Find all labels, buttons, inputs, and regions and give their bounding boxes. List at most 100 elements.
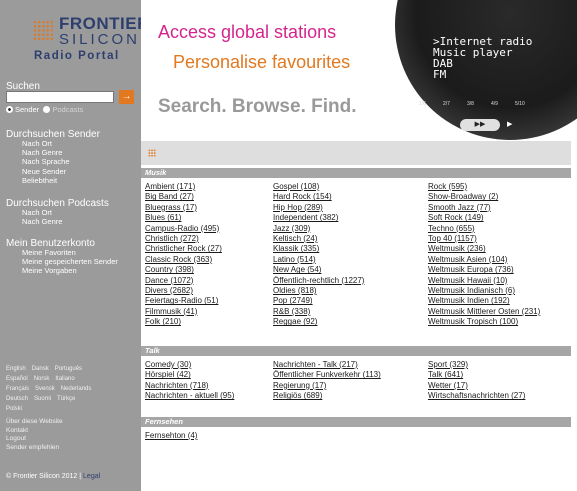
genre-link[interactable]: Weltmusik (236)	[428, 244, 486, 253]
genre-link[interactable]: Öffentlicher Funkverkehr (113)	[273, 370, 381, 379]
genre-link[interactable]: Talk (641)	[428, 370, 463, 379]
language-link[interactable]: Dansk	[32, 364, 49, 374]
nav-link-my-saved-stations[interactable]: Meine gespeicherten Sender	[22, 257, 118, 266]
nav-link-by-location[interactable]: Nach Ort	[22, 139, 70, 148]
nav-link-popularity[interactable]: Beliebtheit	[22, 176, 70, 185]
genre-link[interactable]: Ambient (171)	[145, 182, 195, 191]
genre-link[interactable]: Hard Rock (154)	[273, 192, 332, 201]
genre-link[interactable]: Wirtschaftsnachrichten (27)	[428, 391, 525, 400]
genre-link[interactable]: Weltmusik Europa (736)	[428, 265, 514, 274]
genre-link[interactable]: Weltmusik Mittlerer Osten (231)	[428, 307, 540, 316]
genre-link[interactable]: Nachrichten (718)	[145, 381, 209, 390]
search-go-button[interactable]: →	[119, 90, 134, 104]
genre-link[interactable]: Wetter (17)	[428, 381, 468, 390]
genre-link[interactable]: New Age (54)	[273, 265, 321, 274]
genre-link[interactable]: Techno (655)	[428, 224, 475, 233]
search-input[interactable]	[6, 91, 114, 103]
footer-link-contact[interactable]: Kontakt	[6, 427, 63, 436]
genre-link[interactable]: Independent (382)	[273, 213, 338, 222]
language-link[interactable]: Suomi	[34, 394, 51, 404]
language-link[interactable]: Türkçe	[57, 394, 75, 404]
nav-link-by-language[interactable]: Nach Sprache	[22, 157, 70, 166]
genre-link[interactable]: Top 40 (1157)	[428, 234, 477, 243]
genre-link[interactable]: Show-Broadway (2)	[428, 192, 498, 201]
footer-link-logout[interactable]: Logout	[6, 435, 63, 444]
genre-link[interactable]: Regierung (17)	[273, 381, 326, 390]
genre-link[interactable]: Jazz (309)	[273, 224, 310, 233]
genre-link[interactable]: Campus-Radio (495)	[145, 224, 219, 233]
genre-link[interactable]: Folk (210)	[145, 317, 181, 326]
radio-podcasts[interactable]	[43, 106, 51, 113]
language-link[interactable]: Deutsch	[6, 394, 28, 404]
preset-label: 1/6	[419, 101, 426, 107]
genre-link[interactable]: Weltmusik Asien (104)	[428, 255, 507, 264]
language-link[interactable]: Norsk	[34, 374, 50, 384]
genre-link[interactable]: Weltmusik Indien (192)	[428, 296, 510, 305]
language-link[interactable]: Nederlands	[61, 384, 92, 394]
genre-link[interactable]: Reggae (92)	[273, 317, 317, 326]
language-link[interactable]: Polski	[6, 404, 22, 414]
legal-link[interactable]: Legal	[83, 473, 100, 480]
nav-link-new-stations[interactable]: Neue Sender	[22, 167, 70, 176]
genre-item: Rock (595)	[428, 182, 540, 192]
genre-link[interactable]: Country (398)	[145, 265, 194, 274]
language-link[interactable]: Italiano	[55, 374, 74, 384]
play-forward-icon: ▶▶	[460, 119, 500, 131]
genre-link[interactable]: Religiös (689)	[273, 391, 322, 400]
genre-link[interactable]: Hörspiel (42)	[145, 370, 191, 379]
genre-link[interactable]: Classic Rock (363)	[145, 255, 212, 264]
genre-link[interactable]: Weltmusik Hawaii (10)	[428, 276, 507, 285]
frontier-silicon-logo[interactable]: FRONTIER SILICON Radio Portal	[6, 8, 141, 62]
nav-link-by-genre[interactable]: Nach Genre	[22, 148, 70, 157]
genre-link[interactable]: Öffentlich-rechtlich (1227)	[273, 276, 364, 285]
language-link[interactable]: English	[6, 364, 26, 374]
language-link[interactable]: Português	[55, 364, 82, 374]
language-link[interactable]: Svensk	[35, 384, 55, 394]
genre-item: Bluegrass (17)	[145, 203, 222, 213]
sidebar: FRONTIER SILICON Radio Portal Suchen → S…	[0, 0, 141, 491]
talk-genre-column-3: Sport (329) Talk (641) Wetter (17) Wirtscha…	[428, 360, 525, 402]
genre-link[interactable]: Weltmusik Indianisch (6)	[428, 286, 515, 295]
genre-link[interactable]: Big Band (27)	[145, 192, 194, 201]
genre-item: Weltmusik Indien (192)	[428, 296, 540, 306]
genre-link[interactable]: Filmmusik (41)	[145, 307, 197, 316]
genre-link[interactable]: Christlicher Rock (27)	[145, 244, 222, 253]
footer-link-about[interactable]: Über diese Website	[6, 418, 63, 427]
genre-link[interactable]: Nachrichten - Talk (217)	[273, 360, 358, 369]
genre-link[interactable]: Weltmusik Tropisch (100)	[428, 317, 518, 326]
nav-link-podcast-by-location[interactable]: Nach Ort	[22, 208, 62, 217]
genre-link[interactable]: Keltisch (24)	[273, 234, 317, 243]
language-link[interactable]: Español	[6, 374, 28, 384]
genre-link[interactable]: Smooth Jazz (77)	[428, 203, 491, 212]
nav-link-podcast-by-genre[interactable]: Nach Genre	[22, 217, 62, 226]
genre-link[interactable]: Fernsehton (4)	[145, 431, 197, 440]
nav-link-my-presets[interactable]: Meine Vorgaben	[22, 266, 118, 275]
music-genre-column-3: Rock (595) Show-Broadway (2) Smooth Jazz (…	[428, 182, 540, 328]
language-link[interactable]: Français	[6, 384, 29, 394]
genre-link[interactable]: Latino (514)	[273, 255, 316, 264]
genre-link[interactable]: Blues (61)	[145, 213, 181, 222]
hero-banner: Access global stations Personalise favou…	[141, 0, 577, 141]
genre-item: R&B (338)	[273, 307, 364, 317]
radio-sender[interactable]	[6, 106, 13, 113]
genre-link[interactable]: Bluegrass (17)	[145, 203, 197, 212]
genre-item: New Age (54)	[273, 265, 364, 275]
genre-link[interactable]: Comedy (30)	[145, 360, 191, 369]
footer-link-recommend-station[interactable]: Sender empfehlen	[6, 444, 63, 453]
genre-link[interactable]: Pop (2749)	[273, 296, 313, 305]
nav-link-my-favourites[interactable]: Meine Favoriten	[22, 248, 118, 257]
genre-link[interactable]: Oldies (818)	[273, 286, 317, 295]
genre-link[interactable]: Soft Rock (149)	[428, 213, 484, 222]
genre-link[interactable]: Nachrichten - aktuell (95)	[145, 391, 234, 400]
genre-link[interactable]: Feiertags-Radio (51)	[145, 296, 218, 305]
genre-link[interactable]: Dance (1072)	[145, 276, 193, 285]
genre-link[interactable]: R&B (338)	[273, 307, 310, 316]
genre-link[interactable]: Hip Hop (289)	[273, 203, 323, 212]
grid-view-icon[interactable]	[148, 149, 156, 157]
genre-link[interactable]: Christlich (272)	[145, 234, 199, 243]
genre-link[interactable]: Divers (2682)	[145, 286, 193, 295]
genre-link[interactable]: Rock (595)	[428, 182, 467, 191]
genre-link[interactable]: Gospel (108)	[273, 182, 319, 191]
genre-link[interactable]: Sport (329)	[428, 360, 468, 369]
genre-link[interactable]: Klassik (335)	[273, 244, 319, 253]
